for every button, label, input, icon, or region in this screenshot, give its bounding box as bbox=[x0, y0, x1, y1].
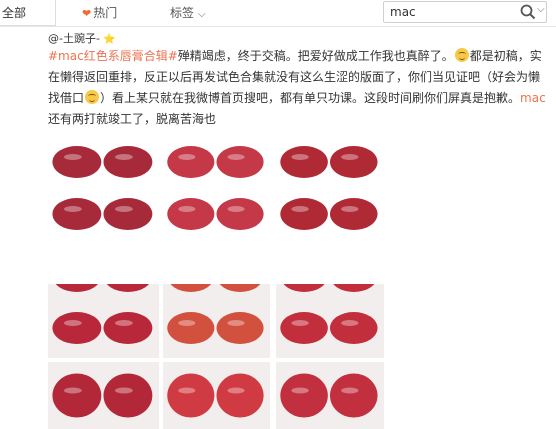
top-nav-bar: 全部 ❤热门 标签⌵ ⌵ bbox=[0, 0, 556, 27]
laugh-emoji-icon bbox=[454, 48, 469, 62]
post-text-3: ）看上某只就在我微博首页搜吧，都有单只功课。这段时间刷你们屏真是抱歉。 bbox=[100, 91, 521, 105]
mac-link[interactable]: mac bbox=[520, 91, 546, 105]
lip-swatch-icon bbox=[163, 362, 270, 429]
lip-swatch-image[interactable] bbox=[276, 362, 384, 429]
lip-swatch-icon bbox=[48, 362, 159, 429]
post-text-4: 还有两打就竣工了，脱离苦海也 bbox=[48, 112, 217, 126]
verified-badge-icon: ⭐ bbox=[102, 34, 116, 45]
author-name[interactable]: @-土豌子- bbox=[48, 32, 100, 45]
search-box[interactable]: ⌵ bbox=[383, 1, 547, 23]
lip-swatch-image[interactable] bbox=[163, 362, 270, 429]
tab-tag[interactable]: 标签 ⌵ bbox=[170, 0, 206, 26]
lip-swatch-icon bbox=[52, 146, 153, 230]
image-grid: 2. relentlessly red (retro matte)6. cock… bbox=[48, 134, 384, 429]
chevron-down-icon: ⌵ bbox=[198, 9, 206, 20]
lip-swatch-image[interactable] bbox=[48, 362, 159, 429]
chevron-down-icon[interactable]: ⌵ bbox=[537, 4, 545, 15]
fire-icon: ❤ bbox=[82, 7, 92, 20]
lip-swatch-image[interactable] bbox=[163, 134, 270, 284]
post-body: #mac红色系唇膏合辑#殚精竭虑，终于交稿。把爱好做成工作我也真醉了。 都是初稿，… bbox=[48, 46, 548, 130]
tab-tag-label: 标签 bbox=[170, 6, 195, 20]
lip-swatch-image[interactable] bbox=[48, 134, 159, 284]
laugh-emoji-icon bbox=[85, 90, 100, 104]
post-author[interactable]: @-土豌子- ⭐ bbox=[48, 30, 115, 46]
tab-all[interactable]: 全部 bbox=[0, 0, 56, 26]
lip-swatch-icon bbox=[280, 146, 378, 230]
tab-hot[interactable]: ❤ 热门 bbox=[82, 0, 117, 26]
tab-hot-label: 热门 bbox=[93, 6, 118, 20]
post-text-1: 殚精竭虑，终于交稿。把爱好做成工作我也真醉了。 bbox=[177, 49, 454, 63]
search-input[interactable] bbox=[390, 4, 510, 20]
lip-swatch-icon bbox=[276, 362, 384, 429]
hashtag-link[interactable]: #mac红色系唇膏合辑# bbox=[48, 49, 178, 63]
lip-swatch-icon bbox=[167, 146, 264, 230]
search-icon[interactable] bbox=[519, 3, 537, 21]
lip-swatch-image[interactable] bbox=[276, 134, 384, 284]
